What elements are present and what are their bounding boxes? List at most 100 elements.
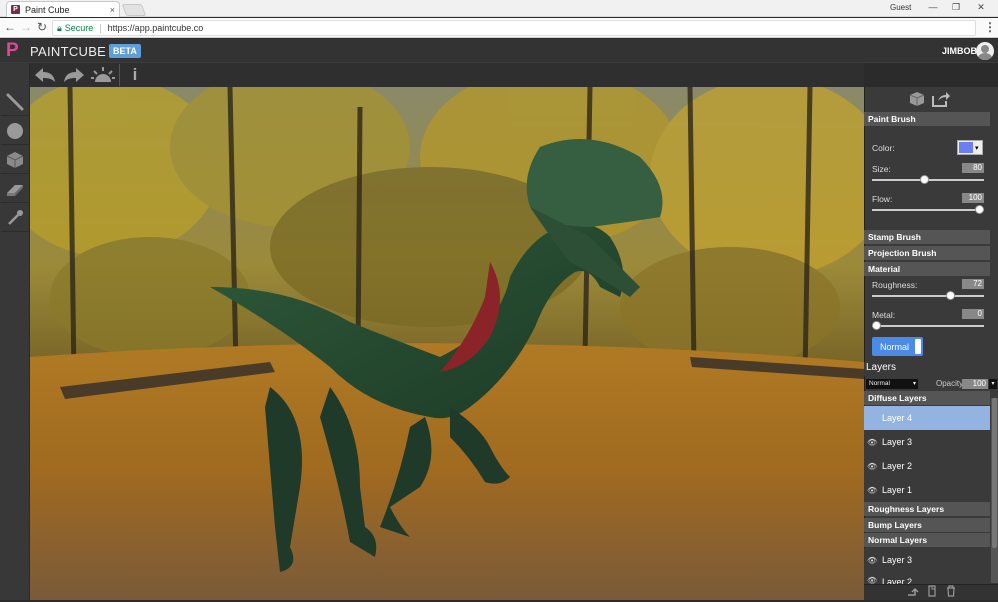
cube-icon	[6, 151, 24, 168]
paint-brush-header[interactable]: Paint Brush	[864, 112, 990, 126]
layer-name: Layer 1	[882, 485, 913, 495]
eyedropper-icon	[8, 209, 23, 225]
chevron-down-icon: ▾	[912, 381, 916, 387]
browser-tab-bar	[0, 0, 998, 17]
browser-tab[interactable]: P Paint Cube ×	[6, 1, 120, 17]
merge-layer-button[interactable]	[906, 585, 920, 599]
layer-row[interactable]: 👁 Layer 3	[864, 548, 990, 572]
tab-close-icon[interactable]: ×	[110, 5, 115, 15]
undo-icon	[35, 68, 55, 82]
eraser-icon	[7, 184, 23, 196]
restore-icon[interactable]: ❐	[949, 2, 963, 13]
favicon-icon: P	[11, 5, 20, 14]
add-cube-icon	[909, 92, 925, 106]
browser-menu-icon[interactable]: ⋮	[984, 20, 996, 34]
layer-row[interactable]: 👁 Layer 2	[864, 572, 990, 584]
metal-slider-track[interactable]	[872, 325, 984, 327]
forward-icon[interactable]: →	[19, 20, 33, 34]
new-tab-button[interactable]	[121, 4, 147, 16]
opacity-dropdown-icon[interactable]: ▾	[989, 379, 997, 389]
eraser-tool[interactable]	[1, 175, 29, 203]
stamp-circle-icon	[7, 122, 23, 139]
layer-row[interactable]: 👁 Layer 1	[864, 478, 990, 502]
color-label: Color:	[872, 143, 895, 153]
secure-label: Secure	[64, 23, 94, 33]
layer-name: Layer 3	[882, 437, 913, 447]
delete-layer-button[interactable]	[944, 585, 958, 599]
layer-row[interactable]: Layer 4	[864, 406, 990, 430]
paintcube-logo: P	[6, 40, 19, 61]
redo-button[interactable]	[60, 64, 88, 86]
layers-header: Layers	[864, 362, 998, 376]
minimize-icon[interactable]: —	[926, 2, 940, 12]
metal-slider-handle[interactable]	[872, 321, 881, 330]
eye-icon[interactable]: 👁	[864, 572, 882, 584]
back-icon[interactable]: ←	[3, 20, 17, 34]
bump-layers-header[interactable]: Bump Layers	[864, 518, 990, 532]
close-window-icon[interactable]: ✕	[974, 2, 988, 13]
new-layer-button[interactable]	[925, 585, 939, 599]
new-layer-icon	[928, 585, 936, 597]
eye-icon[interactable]: 👁	[864, 438, 882, 447]
trash-icon	[947, 585, 955, 597]
normal-button-label: Normal	[880, 341, 910, 352]
opacity-value[interactable]: 100	[962, 379, 988, 389]
share-icon	[932, 92, 950, 107]
brand-name: PAINTCUBE	[30, 44, 107, 59]
merge-icon	[908, 587, 919, 596]
projection-brush-header[interactable]: Projection Brush	[864, 246, 990, 260]
scrollbar-thumb[interactable]	[992, 398, 997, 548]
diffuse-layers-header[interactable]: Diffuse Layers	[864, 391, 990, 405]
stamp-brush-header[interactable]: Stamp Brush	[864, 230, 990, 244]
chevron-down-icon: ▾	[975, 144, 979, 152]
brush-icon	[6, 93, 24, 110]
username[interactable]: JIMBOB	[942, 46, 977, 56]
layer-name: Layer 2	[882, 461, 913, 471]
layer-row[interactable]: 👁 Layer 2	[864, 454, 990, 478]
url-separator: |	[99, 23, 102, 33]
projection-tool[interactable]	[1, 146, 29, 174]
eyedropper-tool[interactable]	[1, 204, 29, 232]
metal-value[interactable]: 0	[962, 309, 984, 319]
export-button[interactable]	[931, 90, 951, 111]
eye-icon[interactable]: 👁	[864, 462, 882, 471]
flow-label: Flow:	[872, 194, 893, 204]
metal-label: Metal:	[872, 310, 896, 320]
undo-button[interactable]	[31, 64, 59, 86]
tab-title: Paint Cube	[25, 4, 70, 15]
add-cube-button[interactable]	[908, 90, 926, 111]
roughness-label: Roughness:	[872, 280, 918, 290]
eye-icon[interactable]: 👁	[864, 486, 882, 495]
opacity-label: Opacity:	[936, 379, 966, 388]
blend-mode-select[interactable]: Normal ▾	[866, 379, 918, 389]
flow-slider-handle[interactable]	[975, 205, 984, 214]
roughness-layers-header[interactable]: Roughness Layers	[864, 502, 990, 516]
top-toolbar	[30, 63, 864, 87]
flow-slider-track[interactable]	[872, 209, 984, 211]
reload-icon[interactable]: ↻	[35, 20, 49, 34]
blend-mode-value: Normal	[869, 380, 890, 387]
paint-brush-tool[interactable]	[1, 88, 29, 116]
normal-map-toggle[interactable]: Normal	[872, 337, 923, 356]
roughness-value[interactable]: 72	[962, 279, 984, 289]
flow-value[interactable]: 100	[962, 193, 984, 203]
layer-row[interactable]: 👁 Layer 3	[864, 430, 990, 454]
roughness-slider-track[interactable]	[872, 295, 984, 297]
layer-name: Layer 2	[882, 577, 913, 584]
url-field[interactable]: 🔒︎ Secure | https://app.paintcube.co	[52, 20, 976, 36]
stamp-tool[interactable]	[1, 117, 29, 145]
viewport-scene	[30, 87, 864, 600]
eye-icon[interactable]: 👁	[864, 556, 882, 565]
color-swatch	[959, 142, 973, 153]
profile-label[interactable]: Guest	[890, 3, 911, 12]
3d-viewport[interactable]	[30, 87, 864, 600]
app-header	[0, 39, 998, 63]
material-header[interactable]: Material	[864, 262, 990, 276]
size-value[interactable]: 80	[962, 163, 984, 173]
toggle-knob	[915, 339, 921, 354]
info-button[interactable]: i	[121, 64, 149, 86]
normal-layers-header[interactable]: Normal Layers	[864, 533, 990, 547]
color-picker[interactable]: ▾	[957, 140, 983, 155]
avatar[interactable]	[976, 42, 994, 60]
lighting-button[interactable]	[89, 64, 117, 86]
